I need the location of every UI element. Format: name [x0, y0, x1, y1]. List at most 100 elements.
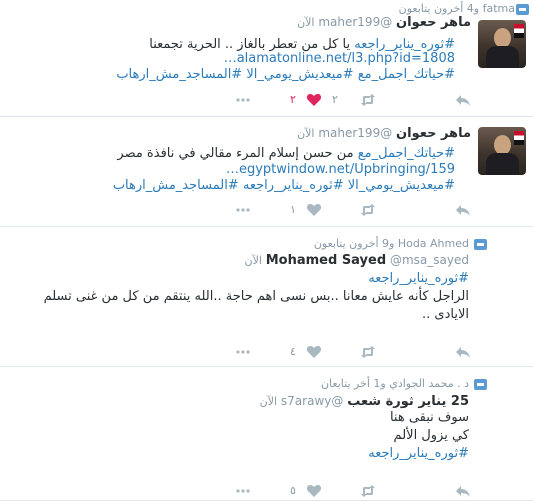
hashtag-link[interactable]: #ثوره_يناير_راجعه	[243, 178, 344, 193]
user-fullname[interactable]: ماهر حعوان	[396, 126, 471, 141]
tweet-actions: ٤	[0, 345, 533, 359]
follow-context-icon	[516, 4, 529, 15]
tweet-stream: fatma و4 أخرون يتابعون ماهر حعوان @maher1…	[0, 0, 533, 501]
tweet[interactable]: Hoda Ahmed و9 أخرون يتابعون Mohamed Sayed…	[0, 227, 533, 367]
tweet-text-line: الايادى ..	[422, 307, 469, 322]
user-fullname[interactable]: 25 يناير ثورة شعب	[347, 394, 469, 409]
like-count: ٢	[290, 93, 296, 106]
tweet-text-line: #حياتك_اجمل_مع #ميعديش_يومي_الا #المساجد…	[116, 67, 455, 82]
like-count: ٤	[290, 345, 296, 358]
like-count: ٥	[290, 484, 296, 497]
tweet-text-line: سوف نبقى هنا	[390, 410, 469, 425]
more-button[interactable]	[235, 345, 251, 359]
reply-icon	[456, 486, 470, 497]
tweet-text-line: #ثوره_يناير_راجعه يا كل من تعطر بالغاز .…	[149, 37, 455, 52]
tweet-actions: ٥	[0, 484, 533, 498]
more-button[interactable]	[235, 93, 251, 107]
heart-icon	[306, 346, 322, 358]
hashtag-link[interactable]: #المساجد_مش_ارهاب	[113, 178, 239, 193]
tweet-timestamp[interactable]: الآن	[260, 395, 277, 408]
user-fullname[interactable]: ماهر حعوان	[396, 15, 471, 30]
tweet-timestamp[interactable]: الآن	[297, 127, 314, 140]
tweet-timestamp[interactable]: الآن	[297, 16, 314, 29]
reply-button[interactable]	[455, 93, 471, 107]
tweet-actions: ١	[0, 203, 533, 217]
tweet-header: ماهر حعوان @maher199 الآن	[297, 15, 471, 30]
tweet-text: من حسن إسلام المرء مقالي في نافذة مصر	[117, 146, 358, 161]
reply-icon	[456, 205, 470, 216]
like-button[interactable]	[306, 345, 322, 359]
tweet-text-line: alamatonline.net/l3.php?id=1808…	[224, 51, 455, 66]
user-screen-name[interactable]: @msa_sayed	[390, 253, 469, 267]
reply-button[interactable]	[455, 484, 471, 498]
tweet-text-line: #ثوره_يناير_راجعه	[368, 446, 469, 461]
tweet-text-line: #ميعديش_يومي_الا #ثوره_يناير_راجعه #المس…	[113, 178, 455, 193]
more-icon	[236, 489, 250, 493]
heart-icon	[306, 94, 322, 106]
more-icon	[236, 350, 250, 354]
user-fullname[interactable]: Mohamed Sayed	[266, 253, 386, 268]
more-button[interactable]	[235, 484, 251, 498]
user-screen-name[interactable]: @maher199	[318, 126, 392, 140]
tweet-header: ماهر حعوان @maher199 الآن	[297, 126, 471, 141]
tweet-text-line: #ثوره_يناير_راجعه	[368, 271, 469, 286]
url-link[interactable]: alamatonline.net/l3.php?id=1808…	[224, 51, 455, 66]
hashtag-link[interactable]: #ميعديش_يومي_الا	[246, 67, 353, 82]
retweet-icon	[361, 346, 375, 358]
retweet-button[interactable]	[360, 345, 376, 359]
retweet-button[interactable]	[360, 203, 376, 217]
more-icon	[236, 208, 250, 212]
user-screen-name[interactable]: @maher199	[318, 15, 392, 29]
retweet-icon	[361, 204, 375, 216]
tweet-text-line: #حياتك_اجمل_مع من حسن إسلام المرء مقالي …	[117, 146, 455, 161]
follow-context[interactable]: Hoda Ahmed و9 أخرون يتابعون	[314, 237, 469, 250]
follow-context[interactable]: د . محمد الجوادي و1 أخر يتابعان	[321, 377, 469, 390]
tweet-text-line: الراجل كأنه عايش معانا ..بس نسى اهم حاجة…	[44, 289, 469, 304]
reply-icon	[456, 347, 470, 358]
tweet-text: الراجل كأنه عايش معانا ..بس نسى اهم حاجة…	[43, 289, 469, 304]
tweet-text: يا كل من تعطر بالغاز .. الحرية تجمعنا	[149, 37, 355, 52]
tweet-header: 25 يناير ثورة شعب @s7arawy الآن	[260, 394, 469, 409]
hashtag-link[interactable]: #حياتك_اجمل_مع	[358, 67, 455, 82]
retweet-icon	[361, 94, 375, 106]
follow-context-icon	[474, 379, 487, 390]
retweet-button[interactable]	[360, 93, 376, 107]
tweet-text-line: كي يزول الألم	[394, 428, 469, 443]
heart-icon	[306, 485, 322, 497]
like-button[interactable]	[306, 203, 322, 217]
hashtag-link[interactable]: #ثوره_يناير_راجعه	[354, 37, 455, 52]
reply-button[interactable]	[455, 345, 471, 359]
user-screen-name[interactable]: @s7arawy	[281, 394, 343, 408]
tweet-text: سوف نبقى هنا	[389, 410, 469, 425]
tweet-timestamp[interactable]: الآن	[244, 254, 261, 267]
tweet-text-line: egyptwindow.net/Upbringing/159…	[226, 162, 455, 177]
url-link[interactable]: egyptwindow.net/Upbringing/159…	[226, 162, 455, 177]
hashtag-link[interactable]: #حياتك_اجمل_مع	[358, 146, 455, 161]
retweet-icon	[361, 485, 375, 497]
avatar[interactable]	[478, 20, 526, 68]
follow-context[interactable]: fatma و4 أخرون يتابعون	[399, 2, 515, 15]
more-icon	[236, 98, 250, 102]
tweet-header: Mohamed Sayed @msa_sayed الآن	[244, 253, 469, 268]
retweet-button[interactable]	[360, 484, 376, 498]
avatar[interactable]	[478, 127, 526, 175]
tweet-actions: ٢٢	[0, 93, 533, 107]
tweet-text: كي يزول الألم	[393, 428, 469, 443]
tweet[interactable]: د . محمد الجوادي و1 أخر يتابعان 25 يناير …	[0, 367, 533, 501]
tweet-text: الايادى ..	[422, 307, 469, 322]
like-count: ١	[290, 203, 296, 216]
tweet[interactable]: ماهر حعوان @maher199 الآن #حياتك_اجمل_مع …	[0, 117, 533, 227]
hashtag-link[interactable]: #المساجد_مش_ارهاب	[116, 67, 242, 82]
like-button[interactable]	[306, 93, 322, 107]
reply-icon	[456, 95, 470, 106]
hashtag-link[interactable]: #ميعديش_يومي_الا	[348, 178, 455, 193]
heart-icon	[306, 204, 322, 216]
retweet-count: ٢	[332, 93, 338, 106]
reply-button[interactable]	[455, 203, 471, 217]
more-button[interactable]	[235, 203, 251, 217]
like-button[interactable]	[306, 484, 322, 498]
hashtag-link[interactable]: #ثوره_يناير_راجعه	[368, 446, 469, 461]
follow-context-icon	[474, 239, 487, 250]
hashtag-link[interactable]: #ثوره_يناير_راجعه	[368, 271, 469, 286]
tweet[interactable]: fatma و4 أخرون يتابعون ماهر حعوان @maher1…	[0, 0, 533, 117]
